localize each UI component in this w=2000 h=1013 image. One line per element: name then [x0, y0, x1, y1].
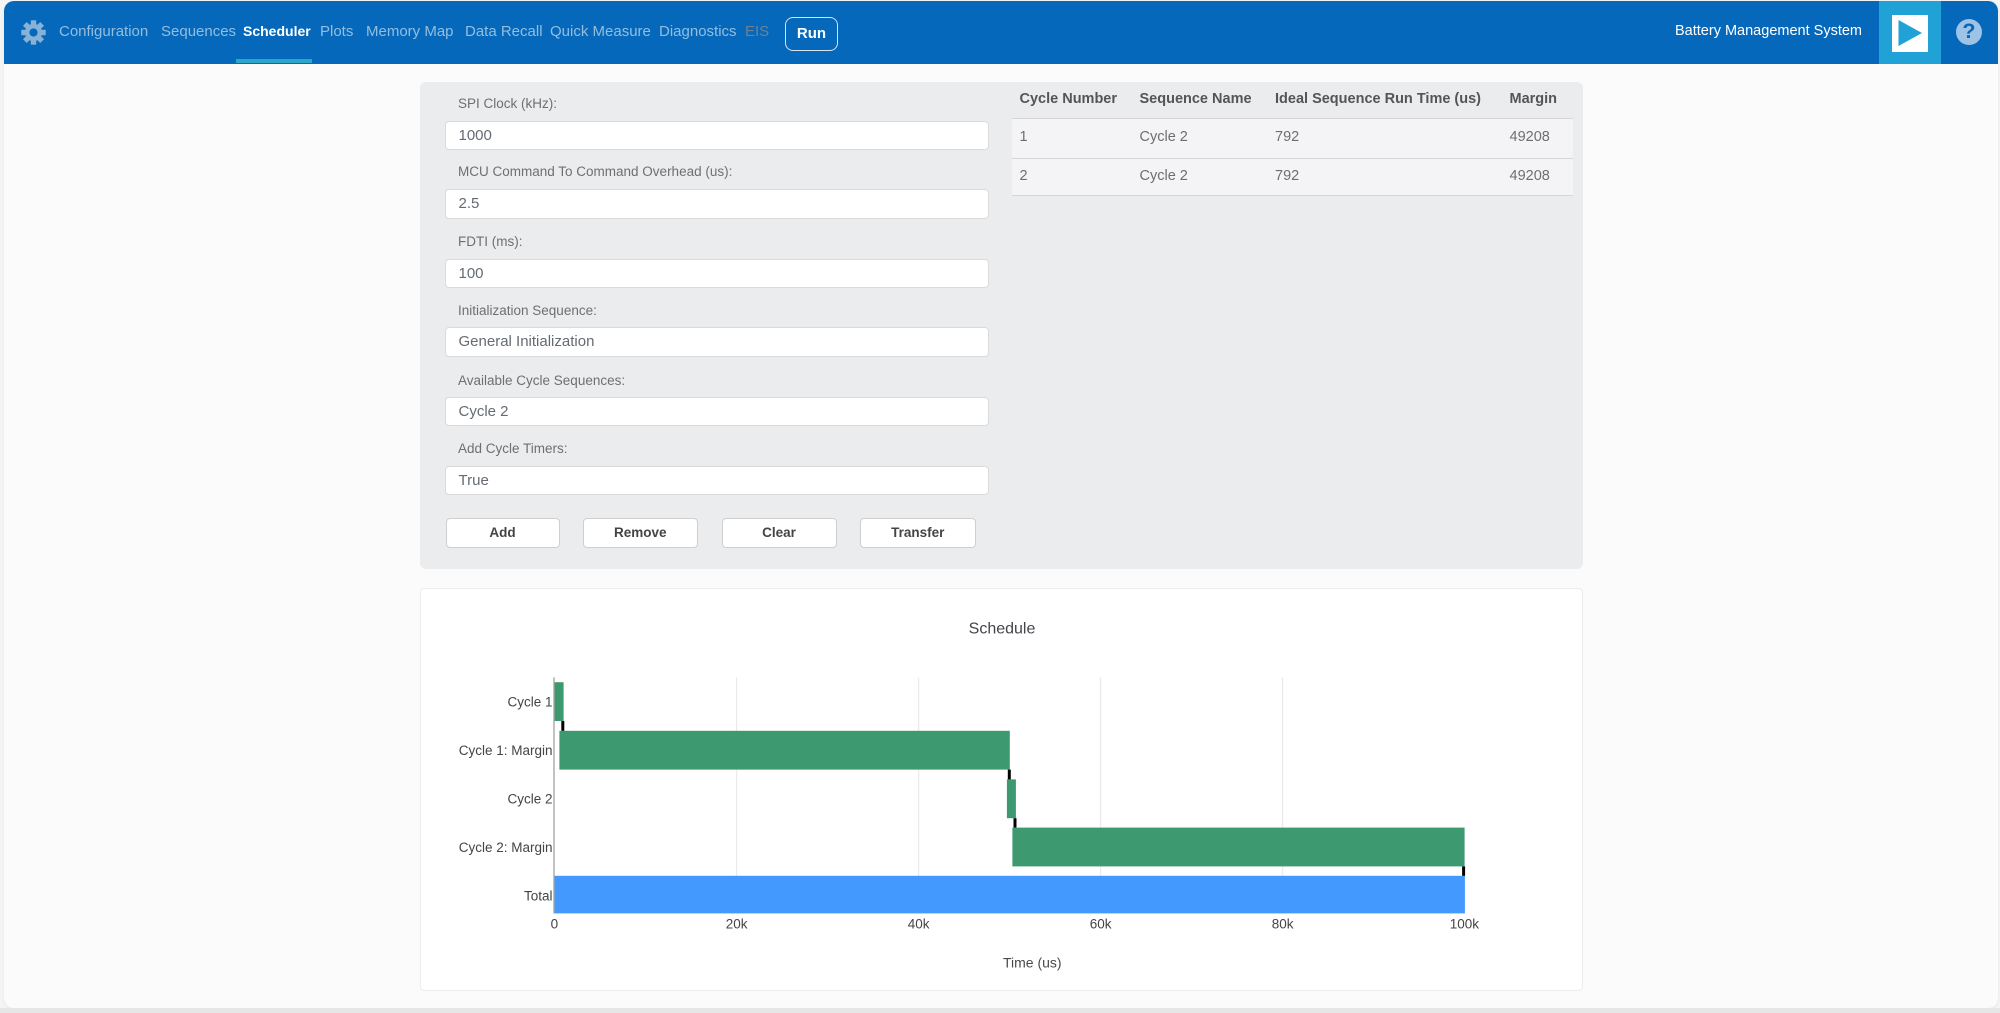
svg-text:Cycle 1: Cycle 1	[507, 694, 552, 709]
svg-text:0: 0	[551, 917, 559, 932]
svg-text:Cycle 2: Margin: Cycle 2: Margin	[459, 840, 553, 855]
svg-text:60k: 60k	[1090, 917, 1112, 932]
svg-text:40k: 40k	[908, 917, 930, 932]
svg-text:100k: 100k	[1450, 917, 1480, 932]
svg-text:Time (us): Time (us)	[1003, 955, 1062, 971]
svg-text:Cycle 2: Cycle 2	[507, 792, 552, 807]
svg-text:20k: 20k	[726, 917, 748, 932]
svg-text:Cycle 1: Margin: Cycle 1: Margin	[459, 743, 553, 758]
svg-text:Total: Total	[524, 889, 553, 904]
svg-text:80k: 80k	[1272, 917, 1294, 932]
svg-text:Schedule: Schedule	[969, 621, 1036, 638]
